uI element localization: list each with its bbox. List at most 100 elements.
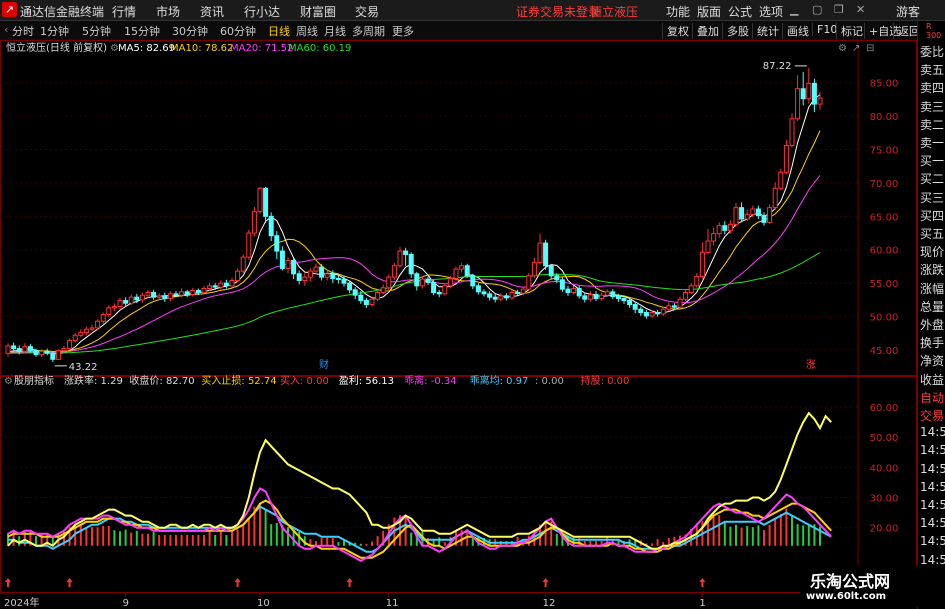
candle-body <box>817 97 823 105</box>
stock-name-title: 恒立液压 <box>590 5 639 19</box>
candle-body <box>683 292 689 300</box>
menu-gongshi[interactable]: 公式 <box>728 3 752 20</box>
period-15min[interactable]: 15分钟 <box>124 23 160 39</box>
panel-item: 卖二 <box>920 117 945 132</box>
chevron-left-icon[interactable]: ‹ <box>4 23 8 36</box>
zhangting-marker[interactable]: 涨 <box>806 359 816 371</box>
candle-body <box>117 300 123 308</box>
ma20-label: MA20: 71.52 <box>230 43 293 54</box>
candle-body <box>33 350 39 356</box>
candle-body <box>554 275 560 281</box>
close-icon[interactable]: ✕ <box>856 3 865 16</box>
x-axis-label: 9 <box>123 598 129 609</box>
gear-icon[interactable]: ⚙ <box>838 43 847 54</box>
indicator-label-2: 买入止损: 52.74 <box>201 374 276 387</box>
panel-item: 总量 <box>920 299 945 314</box>
diejia-button[interactable]: 叠加 <box>692 23 719 39</box>
minimize-icon[interactable]: ▁ <box>790 3 798 16</box>
candle-body <box>800 88 806 100</box>
menu-caifuquan[interactable]: 财富圈 <box>300 3 336 20</box>
period-daily[interactable]: 日线 <box>268 23 290 39</box>
settings-icon-2[interactable]: ⚙ <box>4 376 13 387</box>
candle-body <box>755 208 761 217</box>
period-5min[interactable]: 5分钟 <box>82 23 111 39</box>
menu-banmian[interactable]: 版面 <box>697 3 721 20</box>
candle-body <box>50 352 56 360</box>
panel-top-label[interactable]: R 300 <box>926 22 941 40</box>
menu-hangqing[interactable]: 行情 <box>112 3 136 20</box>
candle-body <box>778 171 784 189</box>
indicator-label-4: 盈利: 56.13 <box>339 375 394 387</box>
ma-line-10 <box>7 130 821 354</box>
indicator-labels: 涨跌率: 1.29 收盘价: 82.70 买入止损: 52.74 买入: 0.00 盈利… <box>64 374 629 387</box>
period-more[interactable]: 更多 <box>392 23 414 39</box>
menu-xingxiaoda[interactable]: 行小达 <box>244 3 280 20</box>
huaxian-button[interactable]: 画线 <box>782 23 809 39</box>
candle-body <box>324 273 330 278</box>
fuquan-button[interactable]: 复权 <box>662 23 689 39</box>
price-tick-label: 65.00 <box>870 212 899 223</box>
menu-gongneng[interactable]: 功能 <box>666 3 690 20</box>
period-weekly[interactable]: 周线 <box>296 23 318 39</box>
panel-item: 买一 <box>920 154 945 169</box>
axes: 2024年910111212 <box>4 592 851 609</box>
buy-arrow-icon <box>346 578 353 587</box>
menu-zixun[interactable]: 资讯 <box>200 3 224 20</box>
candle-body <box>78 332 84 336</box>
maximize-icon[interactable]: ▢ <box>812 3 822 16</box>
candle-body <box>610 291 616 298</box>
period-1min[interactable]: 1分钟 <box>40 23 69 39</box>
candle-body <box>330 273 336 279</box>
candle-body <box>55 350 61 360</box>
candle-body <box>537 242 543 263</box>
period-monthly[interactable]: 月线 <box>324 23 346 39</box>
kline-chart[interactable]: 85.00 80.00 75.00 70.00 65.00 60.00 55.00 50.00… <box>0 40 917 609</box>
buy-arrow-icon <box>699 578 706 587</box>
candle-body <box>459 265 465 270</box>
caibao-marker[interactable]: 财 <box>319 358 329 371</box>
panel-item: 14:5 <box>920 498 945 512</box>
guest-label[interactable]: 游客 <box>896 3 920 20</box>
candle-body <box>39 350 45 356</box>
menu-shichang[interactable]: 市场 <box>156 3 180 20</box>
candle-body <box>44 350 50 354</box>
f10-button[interactable]: F10 <box>812 23 837 36</box>
expand-icon[interactable]: ↗ <box>852 43 860 54</box>
indicator-label-1: 收盘价: 82.70 <box>129 374 194 387</box>
menu-jiaoyi[interactable]: 交易 <box>355 3 379 20</box>
panel-item: 收益 <box>920 372 945 387</box>
buy-arrow-icon <box>5 578 11 587</box>
period-60min[interactable]: 60分钟 <box>220 23 256 39</box>
menu-xuanxiang[interactable]: 选项 <box>759 3 783 20</box>
indicator-name[interactable]: 股朋指标 <box>14 374 54 387</box>
candle-body <box>151 292 157 298</box>
candle-body <box>218 282 224 288</box>
candle-body <box>655 312 661 315</box>
candle-body <box>705 240 711 253</box>
candle-body <box>408 253 414 275</box>
candle-body <box>358 294 364 302</box>
back-button[interactable]: 返回 <box>893 23 920 39</box>
candle-body <box>643 312 649 317</box>
candle-body <box>397 250 403 267</box>
candle-body <box>162 295 168 300</box>
tongji-button[interactable]: 统计 <box>752 23 779 39</box>
candle-body <box>447 277 453 287</box>
candle-body <box>632 304 638 310</box>
biaoji-button[interactable]: 标记 <box>836 23 863 39</box>
candle-body <box>257 187 263 213</box>
ma-lines <box>7 94 821 355</box>
candle-body <box>167 293 173 300</box>
candle-body <box>587 294 593 300</box>
period-multi[interactable]: 多周期 <box>352 23 385 39</box>
minus-icon[interactable]: ⊟ <box>866 43 874 54</box>
restore-icon[interactable]: ❐ <box>834 3 844 16</box>
indicator-tick-label: 40.00 <box>870 463 899 474</box>
candle-body <box>5 345 11 354</box>
candle-body <box>767 207 773 223</box>
period-30min[interactable]: 30分钟 <box>172 23 208 39</box>
login-status[interactable]: 证券交易未登录 <box>516 3 600 20</box>
candle-body <box>531 261 537 277</box>
period-fenshi[interactable]: 分时 <box>12 23 34 39</box>
duogu-button[interactable]: 多股 <box>722 23 749 39</box>
